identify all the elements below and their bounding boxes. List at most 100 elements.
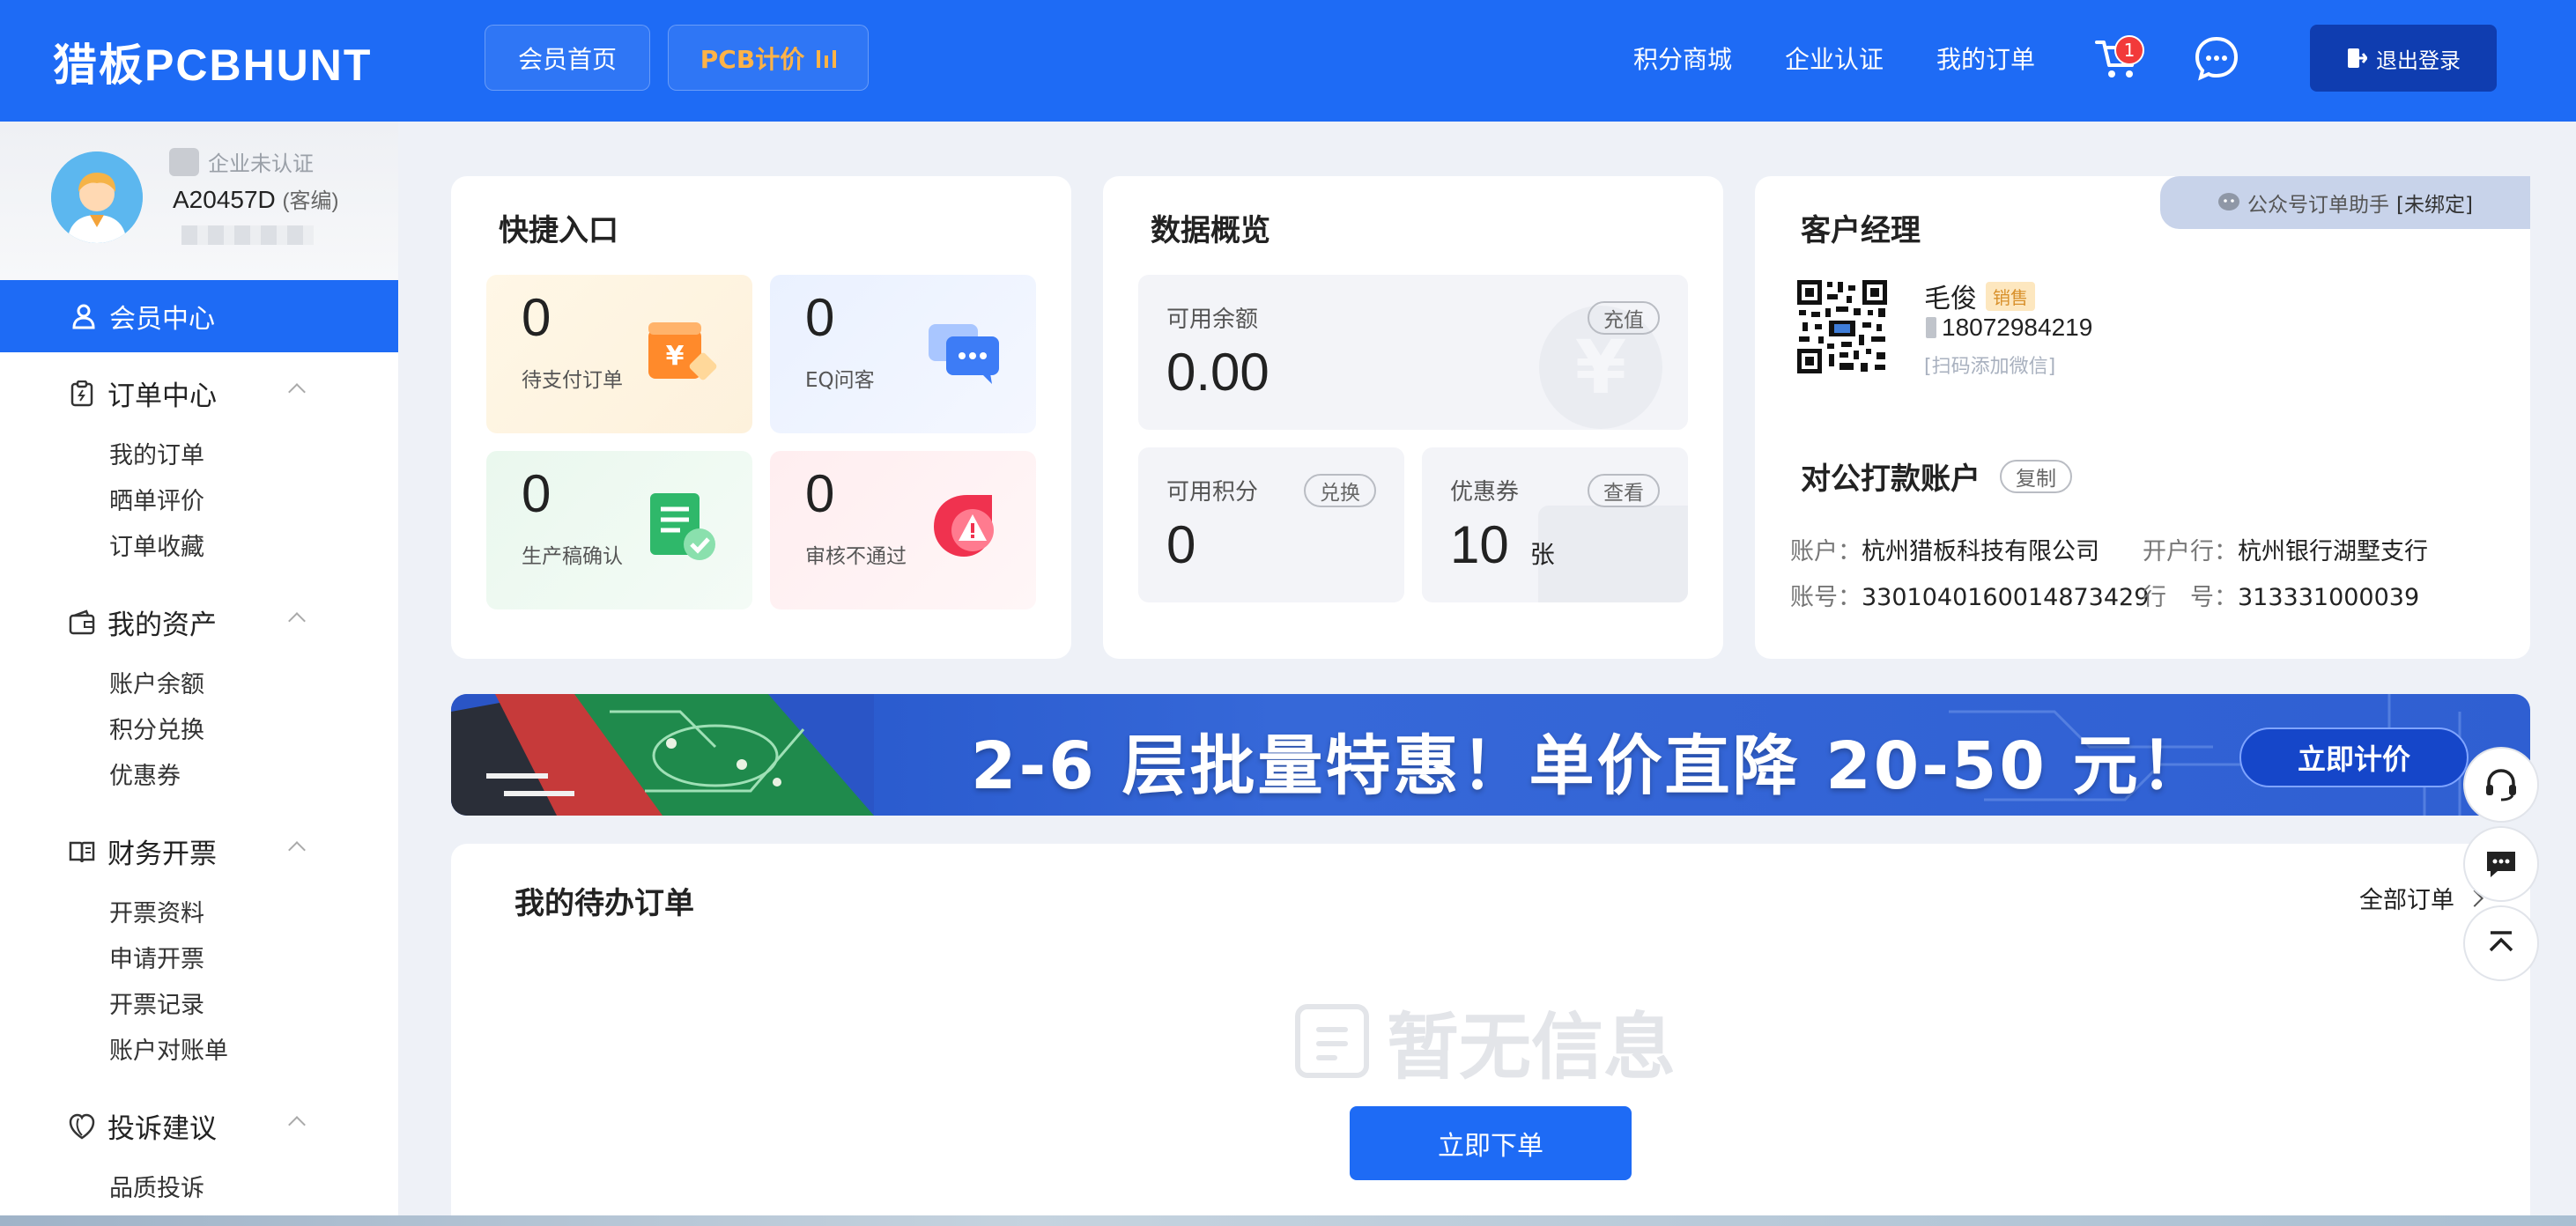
tile-production-confirm-label: 生产稿确认 bbox=[522, 545, 623, 568]
sidebar-item-order-favorites[interactable]: 订单收藏 bbox=[0, 521, 398, 567]
coupon-value: 10 bbox=[1450, 515, 1509, 574]
sidebar-group-complaints-label: 投诉建议 bbox=[107, 1112, 217, 1145]
exchange-button[interactable]: 兑换 bbox=[1304, 474, 1376, 507]
sidebar-group-orders-label: 订单中心 bbox=[107, 380, 217, 412]
customer-code-label: (客编) bbox=[282, 189, 339, 213]
sidebar-item-coupons[interactable]: 优惠券 bbox=[0, 750, 398, 796]
sidebar-item-account-statement[interactable]: 账户对账单 bbox=[0, 1025, 398, 1071]
sidebar-item-my-orders[interactable]: 我的订单 bbox=[0, 430, 398, 476]
bank-code-value: 313331000039 bbox=[2238, 584, 2420, 611]
nav-member-home-button[interactable]: 会员首页 bbox=[485, 25, 650, 91]
sales-badge: 销售 bbox=[1986, 281, 2035, 311]
arrow-up-icon bbox=[2489, 931, 2513, 952]
sidebar-group-complaints-header[interactable]: 投诉建议 bbox=[0, 1099, 398, 1152]
bank-code-row: 行 号：313331000039 bbox=[2143, 578, 2419, 612]
enterprise-cert-icon bbox=[169, 147, 199, 176]
sidebar-item-quality-complaint[interactable]: 品质投诉 bbox=[0, 1163, 398, 1208]
tile-review-rejected-label: 审核不通过 bbox=[805, 545, 907, 568]
points-mall-link[interactable]: 积分商城 bbox=[1633, 41, 1732, 76]
account-name-row: 账户：杭州猎板科技有限公司 bbox=[1790, 532, 2099, 566]
tile-production-confirm[interactable]: 0 生产稿确认 bbox=[486, 451, 752, 609]
empty-state: 暂无信息 bbox=[1295, 988, 1676, 1093]
clipboard-icon bbox=[70, 380, 93, 407]
tile-pending-payment-label: 待支付订单 bbox=[522, 369, 623, 392]
corporate-account-title: 对公打款账户 bbox=[1801, 462, 1980, 497]
tile-production-confirm-count: 0 bbox=[522, 464, 551, 523]
certification-status[interactable]: 企业未认证 bbox=[169, 146, 314, 177]
sidebar-item-order-reviews[interactable]: 晒单评价 bbox=[0, 476, 398, 521]
chevron-up-icon[interactable] bbox=[288, 841, 306, 859]
tile-pending-payment-count: 0 bbox=[522, 288, 551, 347]
tile-review-rejected[interactable]: 0 审核不通过 bbox=[770, 451, 1036, 609]
tile-pending-payment[interactable]: 0 待支付订单 ¥ bbox=[486, 275, 752, 433]
shield-heart-icon bbox=[69, 1113, 95, 1140]
coupon-value-row: 10 张 bbox=[1450, 514, 1555, 575]
quick-entry-title: 快捷入口 bbox=[499, 213, 618, 248]
sidebar-item-account-balance[interactable]: 账户余额 bbox=[0, 659, 398, 705]
banner-quote-button[interactable]: 立即计价 bbox=[2239, 727, 2469, 787]
desktop-background-strip bbox=[0, 1215, 2576, 1226]
sidebar-item-invoice-records[interactable]: 开票记录 bbox=[0, 979, 398, 1025]
account-name-value: 杭州猎板科技有限公司 bbox=[1862, 538, 2099, 565]
chevron-up-icon[interactable] bbox=[288, 1116, 306, 1134]
data-overview-title: 数据概览 bbox=[1151, 213, 1270, 248]
chat-bubble-icon bbox=[929, 324, 999, 384]
wechat-bind-status: [未绑定] bbox=[2396, 194, 2473, 217]
promo-banner[interactable]: 2-6 层批量特惠！单价直降 20-50 元！ 立即计价 bbox=[451, 694, 2530, 816]
manager-phone-row: 18072984219 bbox=[1926, 314, 2092, 342]
bank-name-label: 开户行： bbox=[2143, 538, 2238, 565]
tile-eq-inquiry-count: 0 bbox=[805, 288, 835, 347]
logout-button[interactable]: 退出登录 bbox=[2310, 25, 2497, 92]
sidebar-item-apply-invoice[interactable]: 申请开票 bbox=[0, 934, 398, 979]
cart-count-badge: 1 bbox=[2114, 35, 2144, 65]
all-orders-link[interactable]: 全部订单 bbox=[2359, 881, 2483, 915]
sidebar-group-assets: 我的资产 账户余额 积分兑换 优惠券 bbox=[0, 595, 398, 796]
wechat-order-assistant[interactable]: 公众号订单助手 [未绑定] bbox=[2160, 176, 2530, 229]
sidebar-item-invoice-info[interactable]: 开票资料 bbox=[0, 888, 398, 934]
points-panel: 可用积分 0 兑换 bbox=[1138, 447, 1404, 602]
svg-text:¥: ¥ bbox=[1575, 324, 1626, 410]
wechat-icon bbox=[2218, 193, 2240, 210]
message-icon[interactable] bbox=[2194, 35, 2239, 81]
site-logo[interactable]: 猎板PCBHUNT bbox=[53, 30, 372, 93]
sidebar-group-orders-header[interactable]: 订单中心 bbox=[0, 366, 398, 419]
sidebar-group-invoices-header[interactable]: 财务开票 bbox=[0, 824, 398, 877]
bank-name-value: 杭州银行湖墅支行 bbox=[2238, 538, 2428, 565]
sidebar-group-orders: 订单中心 我的订单 晒单评价 订单收藏 bbox=[0, 366, 398, 567]
customer-manager-title: 客户经理 bbox=[1801, 213, 1921, 248]
sidebar-item-member-center[interactable]: 会员中心 bbox=[0, 280, 398, 352]
balance-value: 0.00 bbox=[1166, 343, 1269, 402]
logout-icon bbox=[2348, 48, 2367, 68]
sidebar-group-assets-header[interactable]: 我的资产 bbox=[0, 595, 398, 648]
user-id-value: A20457D bbox=[173, 186, 276, 213]
my-orders-link[interactable]: 我的订单 bbox=[1936, 41, 2035, 76]
warning-icon bbox=[934, 495, 994, 557]
balance-panel: ¥ 可用余额 0.00 充值 bbox=[1138, 275, 1688, 430]
view-coupons-button[interactable]: 查看 bbox=[1588, 474, 1660, 507]
sidebar-item-points-exchange[interactable]: 积分兑换 bbox=[0, 705, 398, 750]
points-value: 0 bbox=[1166, 515, 1196, 574]
data-overview-card: 数据概览 ¥ 可用余额 0.00 充值 可用积分 0 兑换 优惠券 10 张 查看 bbox=[1103, 176, 1723, 659]
online-chat-button[interactable] bbox=[2463, 826, 2539, 902]
sidebar-group-invoices-label: 财务开票 bbox=[107, 838, 217, 870]
enterprise-cert-link[interactable]: 企业认证 bbox=[1785, 41, 1884, 76]
empty-document-icon bbox=[1295, 1003, 1369, 1078]
customer-service-button[interactable] bbox=[2463, 747, 2539, 823]
place-order-button[interactable]: 立即下单 bbox=[1350, 1106, 1632, 1180]
tile-eq-inquiry[interactable]: 0 EQ问客 bbox=[770, 275, 1036, 433]
back-to-top-button[interactable] bbox=[2463, 905, 2539, 981]
user-id: A20457D (客编) bbox=[173, 183, 339, 214]
chevron-up-icon[interactable] bbox=[288, 612, 306, 630]
svg-text:¥: ¥ bbox=[666, 341, 685, 372]
nav-pcb-pricing-button[interactable]: PCB计价 bbox=[668, 25, 869, 91]
avatar[interactable] bbox=[51, 151, 143, 243]
chevron-up-icon[interactable] bbox=[288, 383, 306, 401]
manager-name-row: 毛俊 销售 bbox=[1924, 277, 2035, 315]
bank-name-row: 开户行：杭州银行湖墅支行 bbox=[2143, 532, 2428, 566]
bank-code-label: 行 号： bbox=[2143, 584, 2238, 611]
recharge-button[interactable]: 充值 bbox=[1588, 301, 1660, 335]
banner-headline: 2-6 层批量特惠！单价直降 20-50 元！ bbox=[971, 728, 2209, 804]
tile-review-rejected-count: 0 bbox=[805, 464, 835, 523]
sidebar-group-invoices: 财务开票 开票资料 申请开票 开票记录 账户对账单 bbox=[0, 824, 398, 1071]
copy-account-button[interactable]: 复制 bbox=[2000, 459, 2072, 493]
